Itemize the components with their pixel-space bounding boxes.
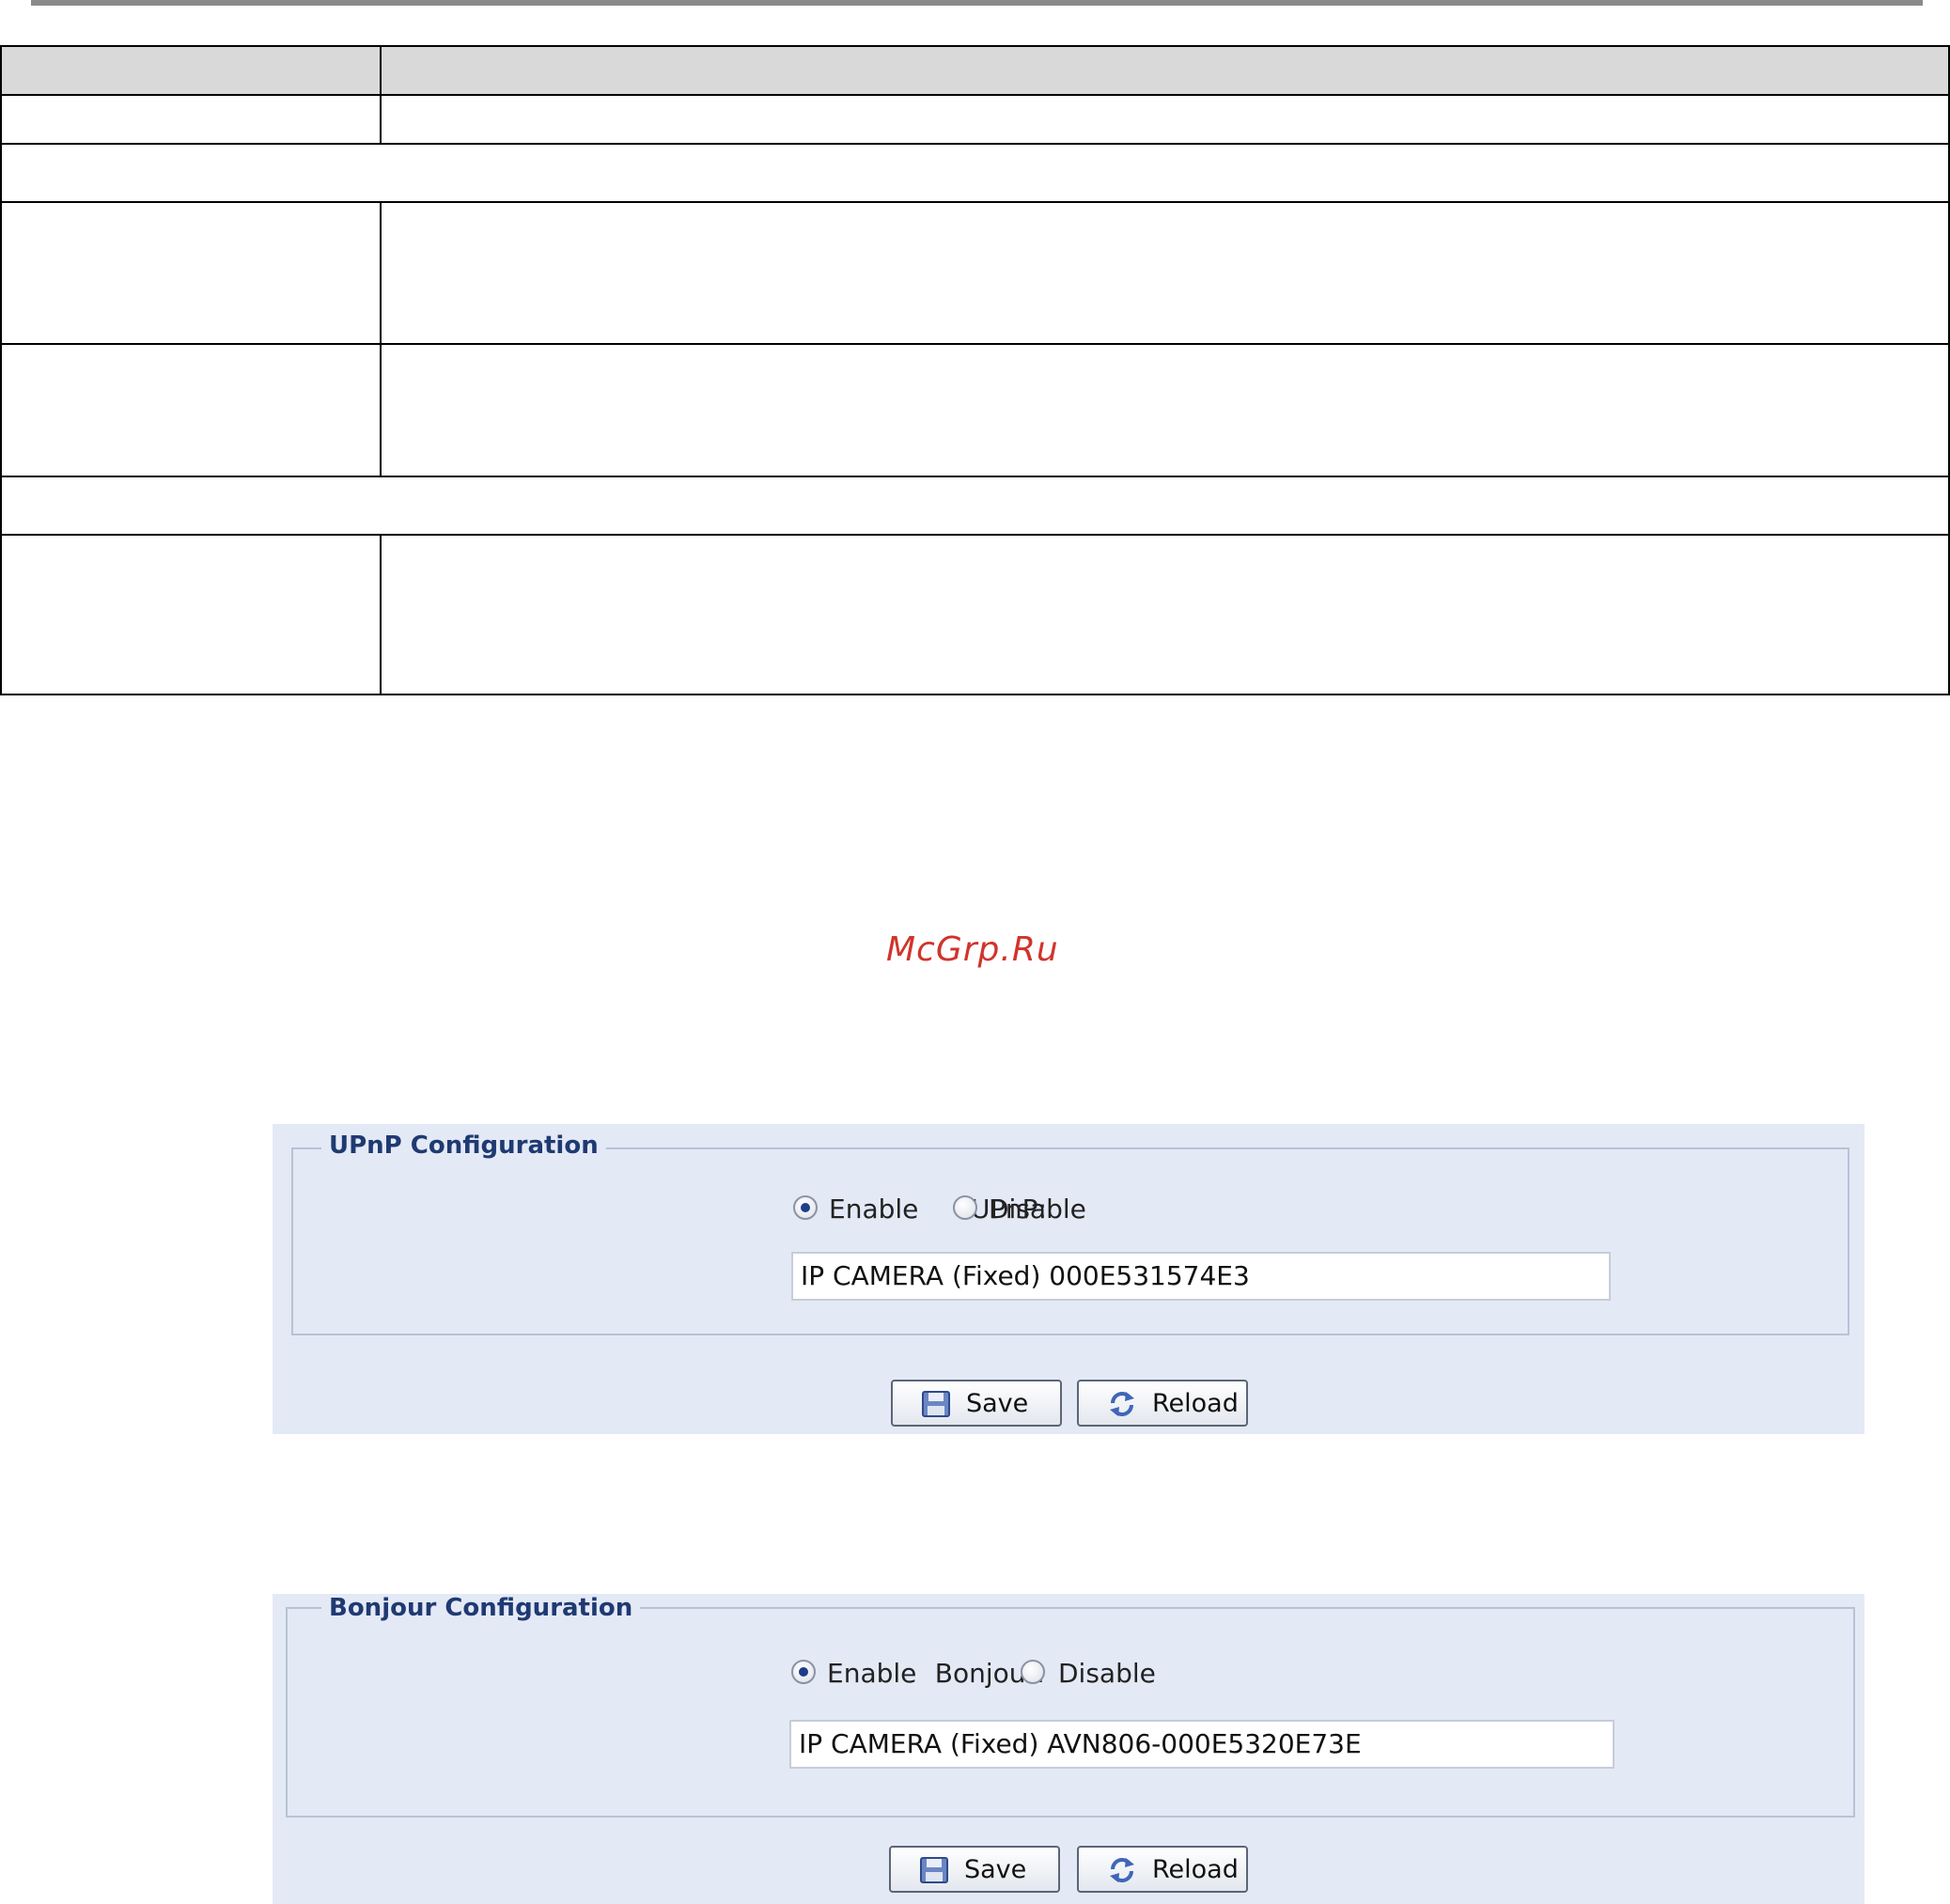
upnp-enable-label[interactable]: Enable [829, 1194, 918, 1225]
upnp-fieldset [291, 1147, 1849, 1335]
table-column-divider [380, 47, 382, 145]
bonjour-save-label: Save [964, 1855, 1027, 1884]
friendly-name-input[interactable]: IP CAMERA (Fixed) 000E531574E3 [791, 1252, 1611, 1301]
upnp-reload-label: Reload [1152, 1389, 1239, 1418]
watermark-text: McGrp.Ru [886, 930, 1059, 969]
spec-table [0, 45, 1950, 695]
bonjour-legend: Bonjour Configuration [321, 1594, 641, 1622]
upnp-save-button[interactable]: Save [891, 1380, 1062, 1427]
reload-icon [1110, 1392, 1134, 1416]
table-header-row [2, 47, 1948, 96]
table-row-divider [2, 476, 1948, 477]
upnp-save-label: Save [966, 1389, 1029, 1418]
floppy-disk-icon [920, 1857, 948, 1883]
upnp-disable-radio[interactable] [953, 1195, 977, 1220]
device-name-input[interactable]: IP CAMERA (Fixed) AVN806-000E5320E73E [789, 1720, 1615, 1769]
upnp-enable-radio[interactable] [793, 1195, 818, 1220]
bonjour-fieldset [286, 1607, 1855, 1818]
bonjour-configuration-panel: Bonjour Configuration Bonjour: Enable Di… [273, 1594, 1864, 1904]
table-row-divider [2, 143, 1948, 145]
bonjour-reload-button[interactable]: Reload [1077, 1846, 1248, 1893]
bonjour-enable-label[interactable]: Enable [827, 1658, 916, 1689]
table-column-divider [380, 534, 382, 695]
bonjour-reload-label: Reload [1152, 1855, 1239, 1884]
table-row-divider [2, 94, 1948, 96]
bonjour-disable-label[interactable]: Disable [1058, 1658, 1156, 1689]
table-row-divider [2, 534, 1948, 536]
upnp-disable-label[interactable]: Disable [989, 1194, 1086, 1225]
bonjour-save-button[interactable]: Save [889, 1846, 1060, 1893]
upnp-legend: UPnP Configuration [321, 1131, 606, 1160]
reload-icon [1110, 1858, 1134, 1882]
table-row-divider [2, 343, 1948, 345]
upnp-configuration-panel: UPnP Configuration UPnP: Enable Disable … [273, 1124, 1864, 1434]
table-column-divider [380, 201, 382, 477]
upnp-reload-button[interactable]: Reload [1077, 1380, 1248, 1427]
table-row-divider [2, 201, 1948, 203]
bonjour-enable-radio[interactable] [791, 1660, 816, 1684]
bonjour-disable-radio[interactable] [1021, 1660, 1045, 1684]
floppy-disk-icon [922, 1391, 950, 1417]
top-rule [31, 0, 1923, 6]
